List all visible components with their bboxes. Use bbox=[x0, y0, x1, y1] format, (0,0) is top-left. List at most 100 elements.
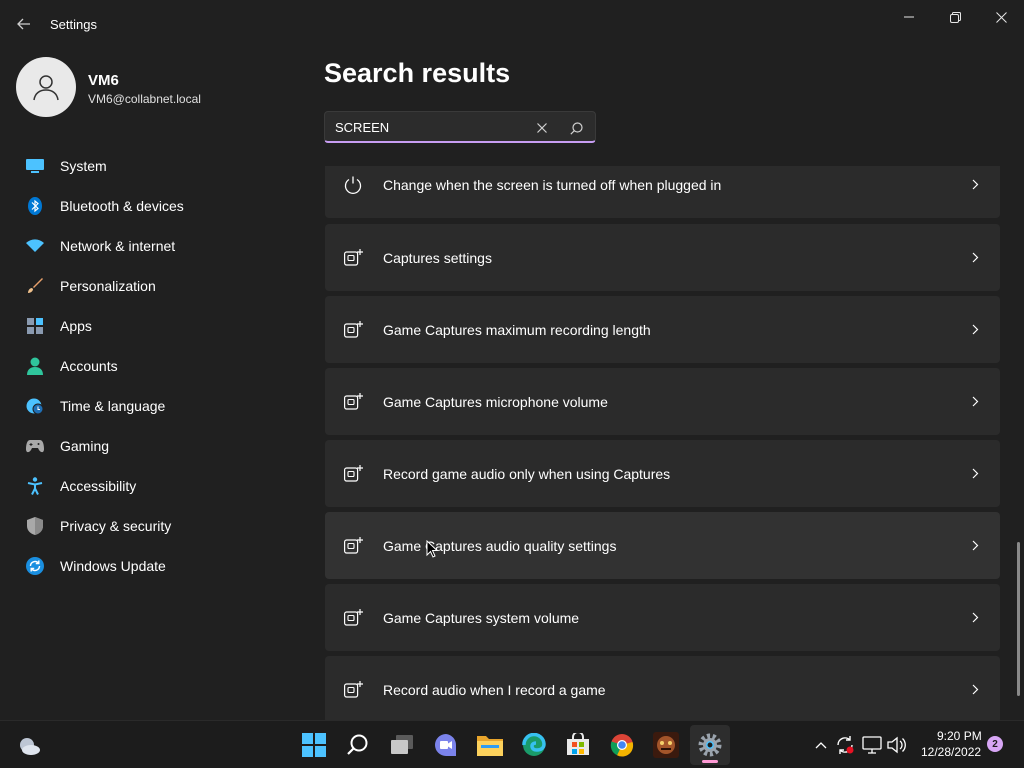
result-item[interactable]: Game Captures system volume bbox=[325, 584, 1000, 651]
back-arrow-icon bbox=[17, 18, 30, 30]
app-title: Settings bbox=[50, 17, 97, 32]
settings-taskbar-button[interactable] bbox=[690, 725, 730, 765]
chevron-right-icon bbox=[969, 468, 981, 480]
sidebar-item-bluetooth[interactable]: Bluetooth & devices bbox=[16, 186, 296, 226]
task-view-button[interactable] bbox=[382, 725, 422, 765]
chrome-button[interactable] bbox=[602, 725, 642, 765]
capture-icon bbox=[343, 536, 363, 556]
notification-badge[interactable]: 2 bbox=[987, 736, 1003, 752]
search-button[interactable] bbox=[565, 117, 587, 139]
game-app-icon bbox=[653, 732, 679, 758]
sidebar-item-label: Accessibility bbox=[60, 478, 137, 494]
clock-date[interactable]: 12/28/2022 bbox=[921, 745, 981, 759]
game-app-button[interactable] bbox=[646, 725, 686, 765]
avatar[interactable] bbox=[16, 57, 76, 117]
search-icon bbox=[569, 121, 583, 135]
store-button[interactable] bbox=[558, 725, 598, 765]
weather-widget-button[interactable] bbox=[16, 733, 42, 759]
restore-button[interactable] bbox=[932, 4, 978, 30]
minimize-icon bbox=[904, 16, 914, 18]
network-status-button[interactable] bbox=[862, 735, 882, 755]
chevron-right-icon bbox=[969, 540, 981, 552]
start-icon bbox=[302, 733, 326, 757]
search-results-list: Change when the screen is turned off whe… bbox=[325, 166, 1000, 720]
task-view-icon bbox=[391, 735, 413, 754]
result-label: Game Captures audio quality settings bbox=[383, 537, 617, 554]
user-name: VM6 bbox=[88, 72, 119, 89]
file-explorer-button[interactable] bbox=[470, 725, 510, 765]
chevron-right-icon bbox=[969, 252, 981, 264]
show-hidden-icons-button[interactable] bbox=[811, 735, 831, 755]
edge-button[interactable] bbox=[514, 725, 554, 765]
sidebar-item-label: Network & internet bbox=[60, 238, 176, 254]
sidebar-item-label: Time & language bbox=[60, 398, 166, 414]
sidebar-item-label: Windows Update bbox=[60, 558, 166, 574]
sync-status-button[interactable] bbox=[835, 735, 855, 755]
sidebar-item-label: Gaming bbox=[60, 438, 110, 454]
sidebar-item-windows-update[interactable]: Windows Update bbox=[16, 546, 296, 586]
sidebar-item-accounts[interactable]: Accounts bbox=[16, 346, 296, 386]
result-label: Game Captures maximum recording length bbox=[383, 321, 651, 338]
edge-icon bbox=[522, 733, 546, 756]
apps-icon bbox=[26, 317, 44, 335]
close-button[interactable] bbox=[978, 4, 1024, 30]
sidebar-item-accessibility[interactable]: Accessibility bbox=[16, 466, 296, 506]
result-item[interactable]: Record audio when I record a game bbox=[325, 656, 1000, 720]
system-icon bbox=[26, 157, 44, 175]
clear-search-button[interactable] bbox=[531, 117, 553, 139]
speaker-icon bbox=[887, 736, 906, 754]
restore-icon bbox=[949, 11, 961, 23]
taskbar-search-button[interactable] bbox=[338, 725, 378, 765]
clock-time[interactable]: 9:20 PM bbox=[937, 729, 982, 743]
bluetooth-icon bbox=[26, 197, 44, 215]
chevron-up-icon bbox=[815, 742, 827, 749]
capture-icon bbox=[343, 464, 363, 484]
sidebar-item-network[interactable]: Network & internet bbox=[16, 226, 296, 266]
sidebar-item-gaming[interactable]: Gaming bbox=[16, 426, 296, 466]
close-icon bbox=[995, 11, 1007, 23]
result-item[interactable]: Captures settings bbox=[325, 224, 1000, 291]
scrollbar-thumb[interactable] bbox=[1017, 542, 1020, 696]
sidebar-item-personalization[interactable]: Personalization bbox=[16, 266, 296, 306]
mouse-cursor-icon bbox=[426, 540, 438, 558]
chevron-right-icon bbox=[969, 324, 981, 336]
person-icon bbox=[26, 357, 44, 375]
search-icon bbox=[347, 734, 368, 755]
power-icon bbox=[343, 175, 363, 195]
result-item[interactable]: Record game audio only when using Captur… bbox=[325, 440, 1000, 507]
search-box[interactable]: SCREEN bbox=[324, 111, 596, 143]
chevron-right-icon bbox=[969, 179, 981, 191]
update-icon bbox=[26, 557, 44, 575]
result-label: Record audio when I record a game bbox=[383, 681, 606, 698]
result-item[interactable]: Change when the screen is turned off whe… bbox=[325, 166, 1000, 218]
sidebar-nav: System Bluetooth & devices Network & int… bbox=[16, 146, 296, 586]
result-label: Change when the screen is turned off whe… bbox=[383, 176, 722, 193]
title-bar: Settings bbox=[0, 0, 1024, 48]
sidebar-item-time-language[interactable]: Time & language bbox=[16, 386, 296, 426]
sidebar-item-system[interactable]: System bbox=[16, 146, 296, 186]
sidebar-item-privacy-security[interactable]: Privacy & security bbox=[16, 506, 296, 546]
sidebar-item-label: Privacy & security bbox=[60, 518, 172, 534]
capture-icon bbox=[343, 392, 363, 412]
start-button[interactable] bbox=[294, 725, 334, 765]
globe-clock-icon bbox=[26, 397, 44, 415]
result-item[interactable]: Game Captures microphone volume bbox=[325, 368, 1000, 435]
close-icon bbox=[537, 123, 547, 133]
user-email: VM6@collabnet.local bbox=[88, 92, 201, 106]
sidebar-item-label: Accounts bbox=[60, 358, 118, 374]
ethernet-icon bbox=[862, 736, 882, 754]
sidebar-item-label: Personalization bbox=[60, 278, 156, 294]
back-button[interactable] bbox=[12, 12, 36, 36]
sync-icon bbox=[837, 736, 854, 754]
chat-button[interactable] bbox=[426, 725, 466, 765]
capture-icon bbox=[343, 680, 363, 700]
file-explorer-icon bbox=[477, 736, 503, 756]
volume-button[interactable] bbox=[887, 735, 907, 755]
shield-icon bbox=[26, 517, 44, 535]
minimize-button[interactable] bbox=[886, 4, 932, 30]
chevron-right-icon bbox=[969, 396, 981, 408]
search-input[interactable]: SCREEN bbox=[335, 120, 389, 135]
teams-chat-icon bbox=[435, 734, 457, 756]
sidebar-item-apps[interactable]: Apps bbox=[16, 306, 296, 346]
result-item[interactable]: Game Captures maximum recording length bbox=[325, 296, 1000, 363]
